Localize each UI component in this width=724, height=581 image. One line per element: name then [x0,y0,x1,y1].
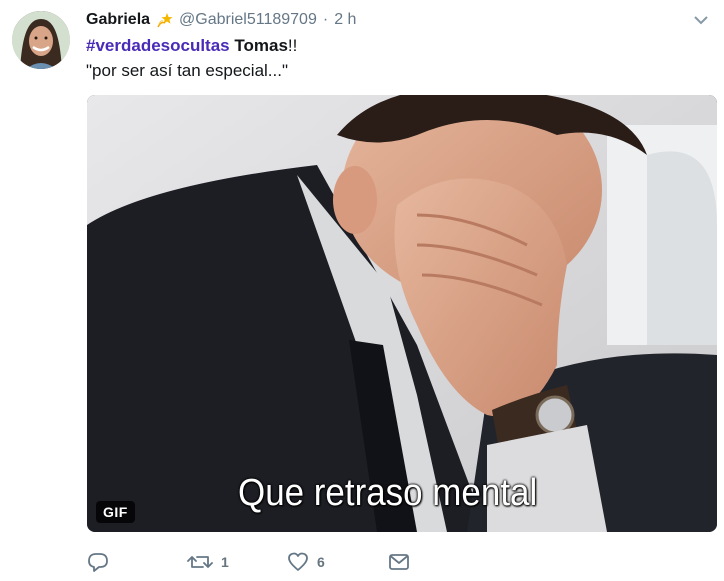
like-button[interactable]: 6 [287,549,325,575]
tweet-header: Gabriela @Gabriel51189709 · 2 h [86,9,356,31]
reply-button[interactable] [87,549,109,575]
retweet-button[interactable]: 1 [187,549,229,575]
tweet: Gabriela @Gabriel51189709 · 2 h #verdade… [0,0,724,581]
like-count: 6 [317,554,325,570]
display-name[interactable]: Gabriela [86,11,150,29]
user-handle[interactable]: @Gabriel51189709 [179,11,317,29]
heart-icon [287,552,309,572]
gif-caption: Que retraso mental [238,472,538,514]
timestamp[interactable]: 2 h [334,11,356,29]
tweet-actions: 1 6 [87,549,717,575]
gif-media[interactable]: GIF Que retraso mental [87,95,717,532]
retweet-count: 1 [221,554,229,570]
retweet-icon [187,552,213,572]
exclamation-text: !! [287,36,298,55]
chevron-down-icon[interactable] [694,12,708,25]
dizzy-star-icon [156,11,174,29]
separator-dot: · [322,11,329,28]
reply-icon [87,552,109,572]
envelope-icon [388,553,410,571]
avatar[interactable] [12,11,70,69]
gif-badge: GIF [96,501,135,523]
hashtag-link[interactable]: #verdadesocultas [86,36,230,55]
tweet-text-line1: #verdadesocultas Tomas!! [86,36,297,56]
direct-message-button[interactable] [388,549,410,575]
tweet-text-line2: "por ser así tan especial..." [86,61,288,80]
mention-name: Tomas [234,36,288,55]
